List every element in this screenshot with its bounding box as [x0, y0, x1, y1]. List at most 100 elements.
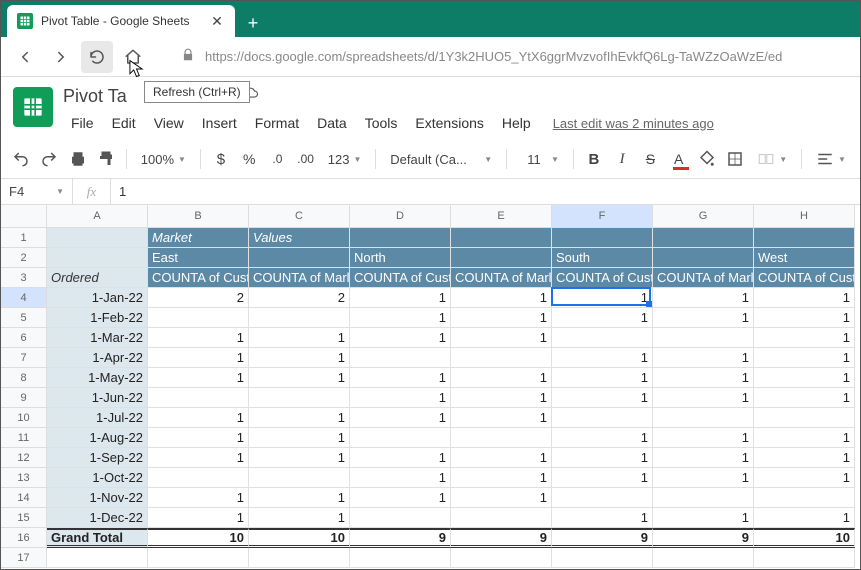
cell[interactable]: 1 — [148, 408, 249, 428]
row-header[interactable]: 13 — [1, 468, 47, 488]
cell[interactable]: COUNTA of Cust — [350, 268, 451, 288]
menu-tools[interactable]: Tools — [357, 112, 406, 134]
menu-edit[interactable]: Edit — [104, 112, 144, 134]
redo-button[interactable] — [37, 146, 61, 172]
cell[interactable] — [653, 488, 754, 508]
cell[interactable]: 1 — [552, 308, 653, 328]
cell[interactable] — [451, 348, 552, 368]
new-tab-button[interactable]: + — [239, 9, 267, 37]
cell[interactable]: 1 — [249, 488, 350, 508]
cell[interactable]: 1 — [754, 368, 855, 388]
cell[interactable] — [552, 548, 653, 568]
cell[interactable]: 2 — [249, 288, 350, 308]
cell[interactable] — [148, 388, 249, 408]
row-header[interactable]: 2 — [1, 248, 47, 268]
cell[interactable]: 1 — [653, 508, 754, 528]
cell[interactable]: 1-Feb-22 — [47, 308, 148, 328]
cell[interactable]: 1 — [653, 448, 754, 468]
cell[interactable]: 1 — [451, 468, 552, 488]
cell[interactable]: 1 — [754, 448, 855, 468]
cell[interactable]: 1 — [249, 328, 350, 348]
cell[interactable]: 10 — [249, 528, 350, 548]
cell[interactable]: 1 — [350, 488, 451, 508]
cell[interactable] — [754, 228, 855, 248]
cell[interactable]: 1-Mar-22 — [47, 328, 148, 348]
cell[interactable] — [653, 228, 754, 248]
cell[interactable]: 1 — [249, 348, 350, 368]
forward-button[interactable] — [45, 41, 77, 73]
cell[interactable]: 1 — [451, 288, 552, 308]
cell[interactable]: 1-May-22 — [47, 368, 148, 388]
zoom-dropdown[interactable]: 100%▼ — [135, 146, 192, 172]
cell[interactable] — [754, 548, 855, 568]
cell[interactable]: 1 — [552, 288, 653, 308]
cell[interactable] — [653, 328, 754, 348]
cell[interactable] — [350, 548, 451, 568]
cell[interactable]: 1 — [249, 408, 350, 428]
cell[interactable]: South — [552, 248, 653, 268]
row-header[interactable]: 6 — [1, 328, 47, 348]
cell[interactable]: 9 — [653, 528, 754, 548]
cell[interactable]: 1 — [451, 368, 552, 388]
browser-tab[interactable]: Pivot Table - Google Sheets ✕ — [7, 5, 235, 37]
cell[interactable]: 1 — [249, 448, 350, 468]
cell[interactable]: 1 — [653, 288, 754, 308]
col-header[interactable]: E — [451, 205, 552, 228]
row-header[interactable]: 1 — [1, 228, 47, 248]
row-header[interactable]: 9 — [1, 388, 47, 408]
currency-button[interactable]: $ — [209, 146, 233, 172]
cell[interactable] — [653, 408, 754, 428]
cell[interactable]: 1 — [148, 328, 249, 348]
cell[interactable]: 1 — [552, 428, 653, 448]
cell[interactable]: COUNTA of Marl — [249, 268, 350, 288]
fill-color-button[interactable] — [695, 146, 719, 172]
cell[interactable] — [148, 548, 249, 568]
menu-view[interactable]: View — [146, 112, 192, 134]
print-button[interactable] — [65, 146, 89, 172]
cell[interactable]: 1 — [754, 328, 855, 348]
cell[interactable]: COUNTA of Cust — [754, 268, 855, 288]
cell[interactable]: 1 — [148, 348, 249, 368]
menu-insert[interactable]: Insert — [194, 112, 245, 134]
cell[interactable]: 1 — [552, 348, 653, 368]
tab-close-icon[interactable]: ✕ — [209, 13, 225, 29]
address-bar[interactable]: https://docs.google.com/spreadsheets/d/1… — [181, 48, 852, 65]
cell[interactable] — [148, 468, 249, 488]
refresh-button[interactable] — [81, 41, 113, 73]
cell[interactable]: 1 — [552, 448, 653, 468]
cell[interactable]: 1-Jun-22 — [47, 388, 148, 408]
cell[interactable]: 1 — [249, 368, 350, 388]
cell[interactable]: 1 — [653, 468, 754, 488]
col-header[interactable]: F — [552, 205, 653, 228]
cell[interactable] — [350, 348, 451, 368]
cell[interactable]: 1 — [451, 408, 552, 428]
cell[interactable]: 1 — [451, 328, 552, 348]
cell[interactable]: COUNTA of Cust — [552, 268, 653, 288]
cell[interactable] — [754, 408, 855, 428]
cell[interactable]: 1 — [653, 368, 754, 388]
document-title[interactable]: Pivot Ta — [63, 86, 127, 107]
cell[interactable] — [451, 228, 552, 248]
cell[interactable]: 9 — [451, 528, 552, 548]
cell[interactable] — [451, 428, 552, 448]
cell[interactable] — [47, 248, 148, 268]
cell[interactable]: 1 — [249, 508, 350, 528]
cell[interactable]: 9 — [552, 528, 653, 548]
cell[interactable]: 1-Dec-22 — [47, 508, 148, 528]
cell[interactable]: 10 — [754, 528, 855, 548]
cell[interactable] — [249, 468, 350, 488]
cell[interactable]: COUNTA of Cust — [148, 268, 249, 288]
cell[interactable] — [47, 548, 148, 568]
paint-format-button[interactable] — [94, 146, 118, 172]
cell[interactable]: Market — [148, 228, 249, 248]
cell[interactable]: 1 — [148, 448, 249, 468]
col-header[interactable]: A — [47, 205, 148, 228]
row-header[interactable]: 14 — [1, 488, 47, 508]
cell[interactable]: 9 — [350, 528, 451, 548]
row-header[interactable]: 12 — [1, 448, 47, 468]
home-button[interactable] — [117, 41, 149, 73]
menu-help[interactable]: Help — [494, 112, 539, 134]
cell[interactable]: 1 — [451, 308, 552, 328]
back-button[interactable] — [9, 41, 41, 73]
cell[interactable]: 1 — [350, 308, 451, 328]
